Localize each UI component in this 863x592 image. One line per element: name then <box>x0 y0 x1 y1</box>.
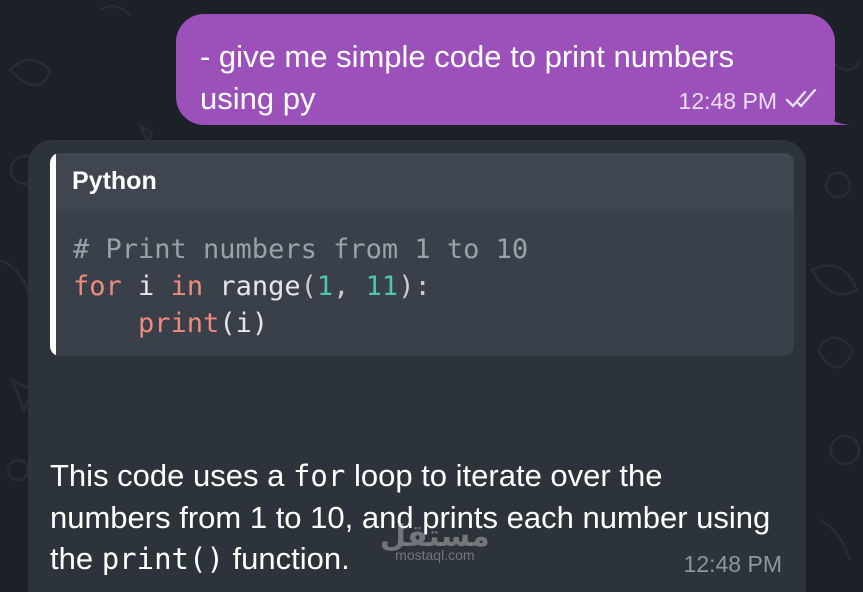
explanation-part-3: function. <box>223 541 350 576</box>
code-comment-line: # Print numbers from 1 to 10 <box>73 234 529 265</box>
code-var-i: i <box>121 271 171 302</box>
explanation-part-1: This code uses a <box>50 458 293 493</box>
code-fn-range: range <box>203 271 301 302</box>
code-language-header: Python <box>56 153 794 211</box>
code-keyword-for: for <box>73 271 122 302</box>
incoming-message-time: 12:48 PM <box>683 551 782 577</box>
inline-code-for: for <box>292 459 346 493</box>
watermark: مستقل mostaql.com <box>380 522 490 563</box>
code-number-1: 1 <box>316 271 334 302</box>
outgoing-bubble-tail <box>823 105 851 125</box>
code-print-args: (i) <box>219 308 269 339</box>
code-paren-close: ): <box>398 271 431 302</box>
code-block[interactable]: Python # Print numbers from 1 to 10 for … <box>50 153 794 356</box>
watermark-latin: mostaql.com <box>395 547 475 563</box>
code-content: # Print numbers from 1 to 10 for i in ra… <box>73 231 528 342</box>
code-number-11: 11 <box>365 271 399 302</box>
code-fn-print: print <box>138 308 220 339</box>
code-keyword-in: in <box>170 271 204 302</box>
code-paren-open: ( <box>300 271 317 302</box>
outgoing-message-bubble[interactable]: - give me simple code to print numbers u… <box>176 14 835 125</box>
code-language-label: Python <box>72 167 157 195</box>
inline-code-print: print() <box>101 542 224 576</box>
outgoing-message-time: 12:48 PM <box>678 88 777 114</box>
outgoing-message-meta: 12:48 PM <box>679 88 819 115</box>
code-comma: , <box>333 271 366 302</box>
double-check-icon <box>785 88 819 115</box>
